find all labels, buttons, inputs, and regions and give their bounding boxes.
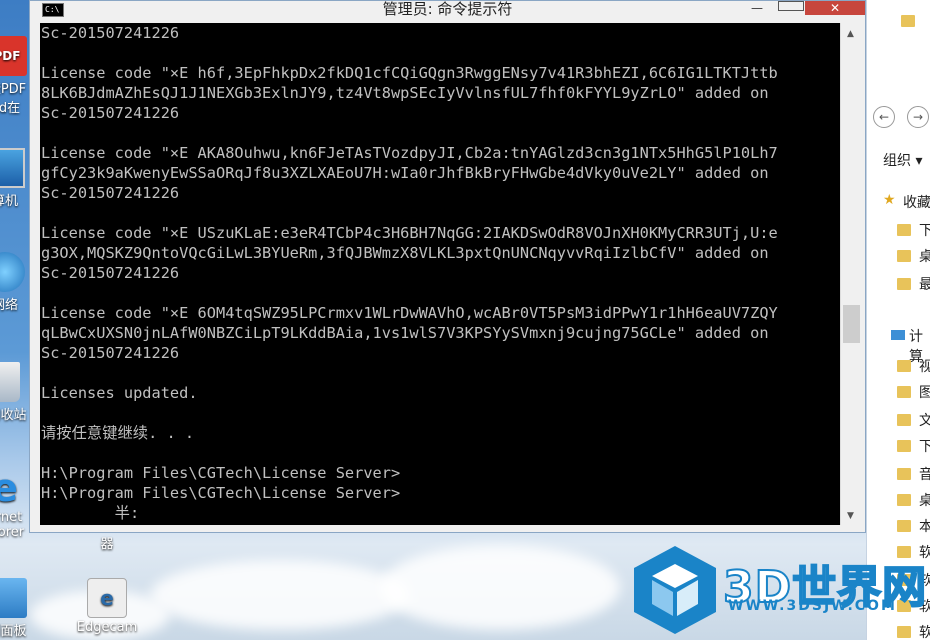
console-line: Sc-201507241226 [41, 264, 180, 282]
pdf-icon: PDF [0, 36, 27, 76]
folder-icon [897, 414, 911, 426]
explorer-tree-item[interactable]: 最 [867, 272, 930, 298]
star-icon: ★ [883, 192, 896, 208]
console-line: qLBwCxUXSN0jnLAfW0NBZCiLpT9LKddBAia,1vs1… [41, 324, 769, 342]
console-line: H:\Program Files\CGTech\License Server> [41, 484, 401, 502]
folder-icon [897, 468, 911, 480]
console-line: g3OX,MQSKZ9QntoVQcGiLwL3BYUeRm,3fQJBWmzX… [41, 244, 769, 262]
window-title: 管理员: 命令提示符 [382, 0, 513, 18]
folder-icon [897, 386, 911, 398]
desktop-icon-label: 制面板 [0, 624, 27, 639]
folder-icon [897, 224, 911, 236]
favorites-label: 收藏 [903, 195, 930, 211]
desktop-icon-device[interactable]: 器 [72, 533, 142, 552]
minimize-button[interactable]: — [742, 1, 772, 15]
folder-icon [897, 440, 911, 452]
cube-logo-icon [634, 546, 716, 634]
console-line: Sc-201507241226 [41, 24, 180, 42]
explorer-tree-item[interactable]: 图 [867, 380, 930, 406]
watermark-url: WWW.3DSJW.COM [728, 598, 897, 614]
explorer-tree-item-label: 最 [919, 277, 930, 293]
explorer-tree-item-label: 文 [919, 413, 930, 429]
console-line: H:\Program Files\CGTech\License Server> [41, 464, 401, 482]
explorer-tree-item-label: 视 [919, 359, 930, 375]
explorer-tree-item-label: 桌 [919, 249, 930, 265]
console-line: gfCy23k9aKwenyEwSSaORqJf8u3XZLXAEoU7H:wI… [41, 164, 769, 182]
edgecam-icon: e [87, 578, 127, 618]
network-icon [0, 252, 25, 292]
explorer-tree-item[interactable]: 本 [867, 514, 930, 540]
explorer-tree-item[interactable]: 桌 [867, 488, 930, 514]
forward-button[interactable]: → [907, 106, 929, 128]
vertical-scrollbar[interactable]: ▲ ▼ [840, 23, 862, 525]
console-line: Sc-201507241226 [41, 184, 180, 202]
organize-menu[interactable]: 组织 ▾ [883, 150, 930, 176]
scrollbar-thumb[interactable] [843, 305, 860, 343]
console-line: 请按任意键继续. . . [41, 424, 195, 442]
console-line: 8LK6BJdmAZhEsQJ1J1NEXGb3ExlnJY9,tz4Vt8wp… [41, 84, 769, 102]
control-panel-icon [0, 578, 27, 618]
title-bar[interactable]: C:\ 管理员: 命令提示符 — ✕ [30, 0, 865, 21]
scroll-up-arrow-icon[interactable]: ▲ [847, 29, 854, 39]
maximize-button[interactable] [778, 1, 804, 11]
back-button[interactable]: ← [873, 106, 895, 128]
explorer-tree-item[interactable]: 视 [867, 354, 930, 380]
explorer-tree-item[interactable]: 桌 [867, 244, 930, 270]
desktop-icon-label: 器 [100, 537, 114, 552]
computer-icon [0, 148, 25, 188]
explorer-tree-item[interactable]: 下 [867, 218, 930, 244]
console-line: 半: [41, 504, 140, 522]
explorer-tree-item[interactable]: 下 [867, 434, 930, 460]
desktop-icon-label: Edgecam [76, 620, 138, 635]
folder-icon [897, 278, 911, 290]
explorer-tree-item-label: 下 [919, 439, 930, 455]
console-line: License code "×E h6f,3EpFhkpDx2fkDQ1cfCQ… [41, 64, 778, 82]
explorer-tree-item-label: 下 [919, 223, 930, 239]
watermark-logo: 3D世界网 WWW.3DSJW.COM [626, 538, 930, 640]
scroll-down-arrow-icon[interactable]: ▼ [847, 511, 854, 521]
desktop-icon-edgecam[interactable]: e Edgecam [72, 578, 142, 635]
console-text: Sc-201507241226 License code "×E h6f,3Ep… [40, 23, 840, 523]
console-line: License code "×E USzuKLaE:e3eR4TCbP4c3H6… [41, 224, 778, 242]
explorer-tree-item-label: 音 [919, 467, 930, 483]
console-line: License code "×E 6OM4tqSWZ95LPCrmxv1WLrD… [41, 304, 778, 322]
explorer-tree-item[interactable]: 音 [867, 462, 930, 488]
recycle-bin-icon [0, 362, 20, 402]
folder-icon [897, 494, 911, 506]
console-line: License code "×E AKA8Ouhwu,kn6FJeTAsTVoz… [41, 144, 778, 162]
computer-icon [891, 330, 905, 340]
folder-icon [901, 15, 915, 27]
close-button[interactable]: ✕ [805, 1, 865, 15]
desktop-icon-control-panel[interactable]: 制面板 [0, 578, 42, 639]
console-line: Sc-201507241226 [41, 104, 180, 122]
explorer-tree-item[interactable]: 文 [867, 408, 930, 434]
computer-node[interactable]: 计算 [867, 326, 930, 365]
internet-explorer-icon: e [0, 466, 18, 510]
command-prompt-window[interactable]: C:\ 管理员: 命令提示符 — ✕ Sc-201507241226 Licen… [29, 0, 866, 533]
folder-icon [897, 520, 911, 532]
favorites-node[interactable]: ★ 收藏 [867, 192, 930, 218]
console-line: Licenses updated. [41, 384, 198, 402]
folder-icon [897, 250, 911, 262]
console-line: Sc-201507241226 [41, 344, 180, 362]
folder-icon [897, 360, 911, 372]
explorer-tree-item-label: 图 [919, 385, 930, 401]
explorer-tree-item-label: 本 [919, 519, 930, 535]
console-output[interactable]: Sc-201507241226 License code "×E h6f,3Ep… [40, 23, 840, 525]
explorer-tree-item-label: 桌 [919, 493, 930, 509]
